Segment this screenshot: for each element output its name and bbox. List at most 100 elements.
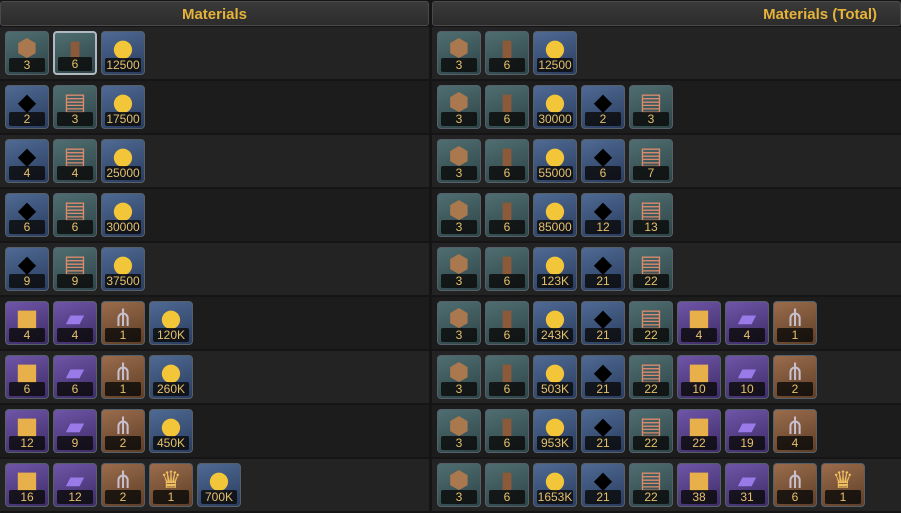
material-slot-crystal[interactable]: ◆ 6 (581, 139, 625, 183)
material-count: 3 (57, 112, 93, 126)
material-slot-ore[interactable]: ⬢ 3 (437, 139, 481, 183)
material-slot-ore[interactable]: ⬢ 3 (437, 31, 481, 75)
material-slot-gold[interactable]: ● 17500 (101, 85, 145, 129)
material-slot-crystal[interactable]: ◆ 21 (581, 301, 625, 345)
material-slot-gold[interactable]: ● 12500 (533, 31, 577, 75)
material-slot-ore[interactable]: ⬢ 3 (437, 301, 481, 345)
material-slot-claw[interactable]: ⋔ 2 (101, 463, 145, 507)
material-slot-cube[interactable]: ■ 22 (677, 409, 721, 453)
material-slot-claw[interactable]: ⋔ 4 (773, 409, 817, 453)
material-slot-scroll[interactable]: ▤ 22 (629, 355, 673, 399)
material-slot-gold[interactable]: ● 953K (533, 409, 577, 453)
material-slot-crystal[interactable]: ◆ 12 (581, 193, 625, 237)
material-slot-scroll[interactable]: ▤ 4 (53, 139, 97, 183)
material-slot-crystal[interactable]: ◆ 21 (581, 409, 625, 453)
material-slot-book[interactable]: ▮ 6 (485, 193, 529, 237)
material-slot-gold[interactable]: ● 12500 (101, 31, 145, 75)
material-slot-cube[interactable]: ■ 6 (5, 355, 49, 399)
material-slot-crystal[interactable]: ◆ 6 (5, 193, 49, 237)
materials-panel: Materials ⬢ 3 ▮ 6 ● 12500 ◆ 2 ▤ 3 ● 17500 ◆ 4 ▤ 4 ● 25000… (0, 0, 429, 513)
material-slot-claw[interactable]: ⋔ 1 (101, 301, 145, 345)
material-slot-claw[interactable]: ⋔ 6 (773, 463, 817, 507)
material-slot-gold[interactable]: ● 30000 (101, 193, 145, 237)
materials-row: ■ 16 ▰ 12 ⋔ 2 ♛ 1 ● 700K (0, 459, 429, 511)
material-slot-crystal[interactable]: ◆ 4 (5, 139, 49, 183)
material-slot-gold[interactable]: ● 1653K (533, 463, 577, 507)
material-slot-book[interactable]: ▮ 6 (485, 301, 529, 345)
material-slot-cube[interactable]: ■ 10 (677, 355, 721, 399)
material-count: 19 (729, 436, 765, 450)
material-slot-tome[interactable]: ▰ 19 (725, 409, 769, 453)
material-slot-cube[interactable]: ■ 38 (677, 463, 721, 507)
material-slot-cube[interactable]: ■ 4 (677, 301, 721, 345)
material-slot-tome[interactable]: ▰ 6 (53, 355, 97, 399)
material-slot-scroll[interactable]: ▤ 22 (629, 247, 673, 291)
material-slot-gold[interactable]: ● 30000 (533, 85, 577, 129)
material-slot-scroll[interactable]: ▤ 7 (629, 139, 673, 183)
material-slot-gold[interactable]: ● 25000 (101, 139, 145, 183)
material-slot-ore[interactable]: ⬢ 3 (437, 85, 481, 129)
material-slot-tome[interactable]: ▰ 31 (725, 463, 769, 507)
material-slot-ore[interactable]: ⬢ 3 (437, 463, 481, 507)
material-slot-crystal[interactable]: ◆ 21 (581, 463, 625, 507)
material-slot-claw[interactable]: ⋔ 1 (773, 301, 817, 345)
material-slot-tome[interactable]: ▰ 10 (725, 355, 769, 399)
material-count: 21 (585, 274, 621, 288)
material-count: 6 (489, 274, 525, 288)
material-slot-gold[interactable]: ● 123K (533, 247, 577, 291)
material-slot-crystal[interactable]: ◆ 21 (581, 355, 625, 399)
material-slot-crystal[interactable]: ◆ 21 (581, 247, 625, 291)
material-slot-book[interactable]: ▮ 6 (485, 355, 529, 399)
material-slot-scroll[interactable]: ▤ 3 (53, 85, 97, 129)
material-slot-scroll[interactable]: ▤ 6 (53, 193, 97, 237)
material-slot-tome[interactable]: ▰ 9 (53, 409, 97, 453)
material-slot-book[interactable]: ▮ 6 (485, 85, 529, 129)
material-slot-scroll[interactable]: ▤ 13 (629, 193, 673, 237)
material-slot-book[interactable]: ▮ 6 (53, 31, 97, 75)
material-slot-scroll[interactable]: ▤ 9 (53, 247, 97, 291)
material-slot-ore[interactable]: ⬢ 3 (437, 409, 481, 453)
material-slot-book[interactable]: ▮ 6 (485, 463, 529, 507)
material-slot-gold[interactable]: ● 450K (149, 409, 193, 453)
material-count: 12 (585, 220, 621, 234)
materials-total-header: Materials (Total) (432, 1, 901, 26)
material-slot-scroll[interactable]: ▤ 22 (629, 409, 673, 453)
material-slot-crystal[interactable]: ◆ 2 (5, 85, 49, 129)
material-slot-gold[interactable]: ● 700K (197, 463, 241, 507)
material-slot-book[interactable]: ▮ 6 (485, 409, 529, 453)
material-slot-ore[interactable]: ⬢ 3 (437, 193, 481, 237)
material-slot-cube[interactable]: ■ 16 (5, 463, 49, 507)
material-slot-gold[interactable]: ● 55000 (533, 139, 577, 183)
material-slot-scroll[interactable]: ▤ 3 (629, 85, 673, 129)
material-slot-gold[interactable]: ● 37500 (101, 247, 145, 291)
material-slot-gold[interactable]: ● 85000 (533, 193, 577, 237)
material-slot-scroll[interactable]: ▤ 22 (629, 463, 673, 507)
material-slot-tome[interactable]: ▰ 4 (53, 301, 97, 345)
material-slot-cube[interactable]: ■ 12 (5, 409, 49, 453)
material-slot-gold[interactable]: ● 503K (533, 355, 577, 399)
material-slot-gold[interactable]: ● 120K (149, 301, 193, 345)
material-slot-claw[interactable]: ⋔ 2 (773, 355, 817, 399)
material-slot-crystal[interactable]: ◆ 9 (5, 247, 49, 291)
material-slot-ore[interactable]: ⬢ 3 (5, 31, 49, 75)
material-slot-crown[interactable]: ♛ 1 (821, 463, 865, 507)
material-slot-tome[interactable]: ▰ 4 (725, 301, 769, 345)
material-slot-crown[interactable]: ♛ 1 (149, 463, 193, 507)
material-count: 21 (585, 436, 621, 450)
materials-total-row: ⬢ 3 ▮ 6 ● 30000 ◆ 2 ▤ 3 (432, 81, 901, 133)
material-slot-book[interactable]: ▮ 6 (485, 139, 529, 183)
material-slot-claw[interactable]: ⋔ 2 (101, 409, 145, 453)
material-slot-gold[interactable]: ● 243K (533, 301, 577, 345)
material-slot-claw[interactable]: ⋔ 1 (101, 355, 145, 399)
material-slot-book[interactable]: ▮ 6 (485, 31, 529, 75)
materials-total-row: ⬢ 3 ▮ 6 ● 1653K ◆ 21 ▤ 22 ■ 38 ▰ 31 ⋔ 6 ♛ 1 (432, 459, 901, 511)
material-slot-gold[interactable]: ● 260K (149, 355, 193, 399)
material-slot-book[interactable]: ▮ 6 (485, 247, 529, 291)
material-slot-cube[interactable]: ■ 4 (5, 301, 49, 345)
material-slot-crystal[interactable]: ◆ 2 (581, 85, 625, 129)
material-slot-ore[interactable]: ⬢ 3 (437, 247, 481, 291)
material-slot-tome[interactable]: ▰ 12 (53, 463, 97, 507)
material-slot-ore[interactable]: ⬢ 3 (437, 355, 481, 399)
material-count: 4 (57, 166, 93, 180)
material-slot-scroll[interactable]: ▤ 22 (629, 301, 673, 345)
